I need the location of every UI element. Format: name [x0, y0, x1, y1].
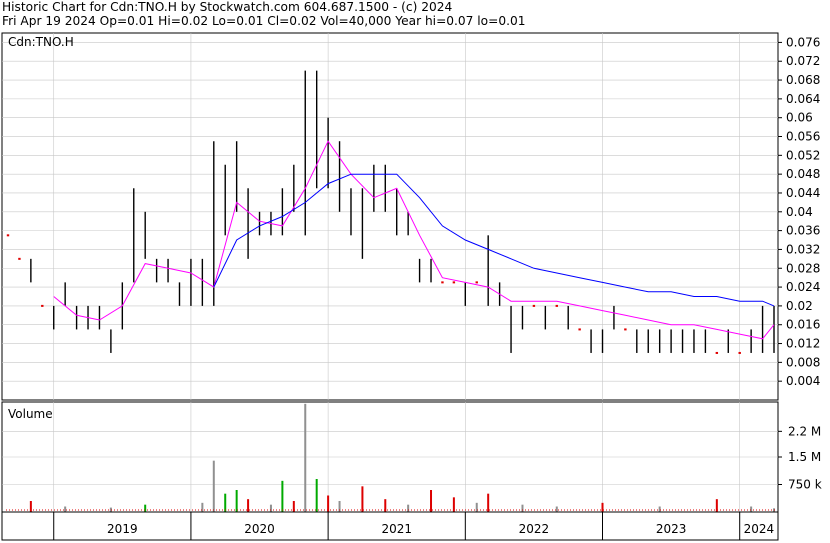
- price-tick-label: 0.056: [786, 130, 820, 144]
- price-tick-label: 0.004: [786, 374, 820, 388]
- price-tick-label: 0.028: [786, 261, 820, 275]
- price-tick-label: 0.04: [786, 205, 813, 219]
- price-tick-label: 0.012: [786, 337, 820, 351]
- volume-bar: [224, 493, 227, 512]
- year-label: 2019: [107, 522, 138, 536]
- price-bar: [532, 304, 536, 307]
- price-tick-label: 0.044: [786, 186, 820, 200]
- price-panel-frame: [1, 32, 779, 401]
- volume-bar: [201, 502, 204, 512]
- volume-bar: [281, 480, 284, 512]
- year-label: 2020: [244, 522, 275, 536]
- volume-tick-label: 2.2 M: [788, 424, 821, 438]
- price-tick-label: 0.036: [786, 224, 820, 238]
- year-label: 2022: [519, 522, 550, 536]
- volume-bar: [144, 504, 147, 512]
- volume-bar: [269, 504, 272, 512]
- x-axis: 2019 2020 2021 2022 2023 2024: [1, 511, 779, 541]
- price-bar: [18, 257, 21, 260]
- price-tick-label: 0.06: [786, 111, 813, 125]
- volume-bar: [247, 499, 250, 512]
- price-tick-label: 0.068: [786, 73, 820, 87]
- stock-chart: 0.076 0.072 0.068 0.064 0.06 0.056 0.052 0.048 0…: [1, 32, 822, 541]
- volume-tick-label: 750 k: [788, 478, 822, 492]
- year-label: 2024: [744, 522, 775, 536]
- price-bar: [441, 281, 444, 284]
- price-bar: [715, 351, 719, 354]
- price-tick-label: 0.048: [786, 167, 820, 181]
- volume-tick-label: 1.5 M: [788, 450, 821, 464]
- volume-bar: [315, 479, 318, 512]
- volume-bar: [212, 460, 215, 512]
- volume-panel-label: Volume: [8, 407, 53, 421]
- volume-bar: [750, 506, 753, 512]
- year-label: 2021: [381, 522, 412, 536]
- price-bar: [6, 234, 10, 237]
- price-bar: [475, 281, 478, 284]
- price-tick-label: 0.076: [786, 35, 820, 49]
- price-bar: [452, 281, 456, 284]
- price-tick-label: 0.016: [786, 318, 820, 332]
- price-tick-label: 0.02: [786, 299, 813, 313]
- price-tick-label: 0.024: [786, 280, 820, 294]
- price-tick-label: 0.072: [786, 54, 820, 68]
- volume-bar: [361, 486, 364, 512]
- volume-bar: [658, 506, 661, 512]
- price-tick-label: 0.052: [786, 148, 820, 162]
- volume-bar: [407, 504, 410, 512]
- volume-bar: [304, 403, 307, 512]
- year-label: 2023: [656, 522, 687, 536]
- volume-panel: 2.2 M 1.5 M 750 k Volume: [1, 401, 822, 513]
- price-bar: [624, 328, 627, 331]
- price-bar: [738, 351, 741, 354]
- volume-bar: [521, 504, 524, 512]
- volume-bar: [555, 506, 558, 512]
- price-bar: [41, 304, 44, 307]
- price-tick-label: 0.008: [786, 355, 820, 369]
- volume-bar: [487, 493, 490, 512]
- volume-bar: [601, 502, 604, 512]
- volume-bar: [475, 502, 478, 512]
- volume-bar: [64, 506, 67, 512]
- price-tick-label: 0.032: [786, 242, 820, 256]
- price-panel: 0.076 0.072 0.068 0.064 0.06 0.056 0.052 0.048 0…: [1, 32, 820, 401]
- price-bar: [555, 304, 558, 307]
- price-tick-label: 0.064: [786, 92, 820, 106]
- price-bar: [578, 328, 581, 331]
- price-panel-label: Cdn:TNO.H: [8, 35, 74, 49]
- volume-bar: [235, 490, 238, 512]
- volume-bar: [430, 490, 433, 512]
